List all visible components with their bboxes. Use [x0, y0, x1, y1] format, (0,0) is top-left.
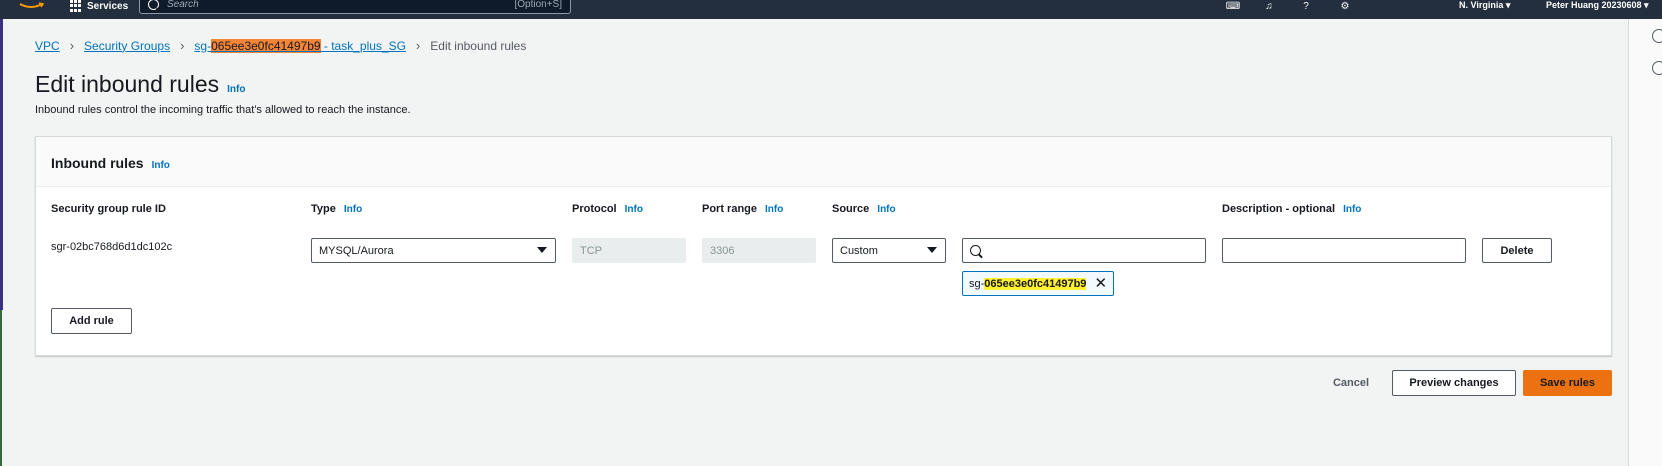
column-header-port-range: Port range Info: [702, 203, 783, 215]
column-header-description: Description - optional Info: [1222, 203, 1361, 215]
page-title: Edit inbound rules Info: [35, 71, 245, 98]
global-search-input[interactable]: Search [Option+S]: [139, 0, 571, 14]
column-header-protocol: Protocol Info: [572, 203, 643, 215]
grid-icon: [70, 0, 82, 12]
description-input[interactable]: [1222, 238, 1466, 263]
port-range-value: 3306: [710, 244, 735, 257]
column-label: Description - optional: [1222, 203, 1336, 215]
left-edge-strip: [0, 0, 3, 310]
add-rule-button[interactable]: Add rule: [51, 308, 132, 334]
breadcrumb: VPC › Security Groups › sg-065ee3e0fc414…: [35, 38, 526, 53]
help-icon[interactable]: ?: [1299, 0, 1313, 12]
left-edge-strip-lower: [0, 310, 2, 466]
column-header-source: Source Info: [832, 203, 896, 215]
breadcrumb-current: Edit inbound rules: [430, 38, 527, 53]
sg-id-highlight: 065ee3e0fc41497b9: [211, 38, 321, 53]
inbound-rules-panel: Inbound rules Info Security group rule I…: [35, 136, 1612, 356]
source-token: sg-065ee3e0fc41497b9 ✕: [962, 271, 1115, 296]
type-select[interactable]: MYSQL/Aurora: [311, 238, 556, 263]
search-shortcut: [Option+S]: [514, 0, 562, 10]
preview-changes-button[interactable]: Preview changes: [1392, 370, 1516, 396]
chevron-right-icon: ›: [69, 38, 75, 53]
source-search-input[interactable]: [962, 238, 1206, 263]
services-menu[interactable]: Services: [70, 0, 128, 12]
top-navigation-bar: Services Search [Option+S] ⌨ ♫ ? ⚙ N. Vi…: [0, 0, 1662, 19]
source-type-value: Custom: [840, 244, 878, 257]
search-icon: [148, 0, 159, 10]
column-header-rule-id: Security group rule ID: [51, 203, 166, 215]
cancel-button[interactable]: Cancel: [1322, 370, 1380, 396]
column-label: Port range: [702, 203, 758, 215]
page-info-link[interactable]: Info: [227, 84, 245, 95]
page-title-text: Edit inbound rules: [35, 71, 220, 97]
cloudshell-icon[interactable]: ⌨: [1226, 0, 1240, 12]
info-panel-icon[interactable]: [1652, 29, 1662, 43]
bell-icon[interactable]: ♫: [1262, 0, 1276, 12]
chevron-right-icon: ›: [180, 38, 185, 53]
right-utility-bar: [1628, 19, 1662, 466]
column-label: Security group rule ID: [51, 203, 166, 215]
protocol-field: TCP: [572, 238, 686, 263]
region-selector[interactable]: N. Virginia ▾: [1459, 0, 1510, 11]
gear-icon[interactable]: ⚙: [1338, 0, 1352, 12]
caret-down-icon: [537, 247, 547, 253]
settings-panel-icon[interactable]: [1652, 61, 1662, 75]
breadcrumb-security-groups[interactable]: Security Groups: [84, 39, 170, 53]
account-menu[interactable]: Peter Huang 20230608 ▾: [1546, 0, 1649, 11]
caret-down-icon: [927, 247, 937, 253]
panel-title: Inbound rules Info: [51, 155, 170, 171]
column-label: Source: [832, 203, 870, 215]
breadcrumb-security-group[interactable]: sg-065ee3e0fc41497b9 - task_plus_SG: [194, 38, 406, 53]
delete-rule-button[interactable]: Delete: [1482, 238, 1552, 263]
chevron-right-icon: ›: [415, 38, 421, 53]
protocol-value: TCP: [580, 244, 602, 257]
rule-id-value: sgr-02bc768d6d1dc102c: [51, 241, 173, 253]
sg-name: - task_plus_SG: [320, 38, 406, 53]
panel-info-link[interactable]: Info: [152, 160, 170, 171]
search-icon: [970, 245, 981, 256]
page-description: Inbound rules control the incoming traff…: [35, 104, 411, 116]
column-header-type: Type Info: [311, 203, 362, 215]
source-token-text: sg-065ee3e0fc41497b9: [969, 277, 1087, 290]
token-id-highlight: 065ee3e0fc41497b9: [984, 277, 1087, 290]
breadcrumb-vpc[interactable]: VPC: [35, 39, 60, 53]
search-placeholder: Search: [167, 0, 199, 10]
save-rules-button[interactable]: Save rules: [1523, 370, 1612, 396]
source-info-link[interactable]: Info: [877, 204, 895, 215]
panel-header: Inbound rules Info: [36, 137, 1611, 187]
token-prefix: sg-: [969, 277, 985, 290]
description-info-link[interactable]: Info: [1343, 204, 1361, 215]
close-icon[interactable]: ✕: [1094, 276, 1107, 291]
port-range-field: 3306: [702, 238, 816, 263]
column-label: Type: [311, 203, 336, 215]
type-select-value: MYSQL/Aurora: [319, 244, 394, 257]
port-range-info-link[interactable]: Info: [765, 204, 783, 215]
source-type-select[interactable]: Custom: [832, 238, 946, 263]
aws-logo-icon[interactable]: [17, 0, 45, 10]
panel-title-text: Inbound rules: [51, 155, 144, 171]
protocol-info-link[interactable]: Info: [625, 204, 643, 215]
sg-prefix: sg-: [194, 38, 212, 53]
type-info-link[interactable]: Info: [344, 204, 362, 215]
column-label: Protocol: [572, 203, 617, 215]
services-label: Services: [87, 0, 129, 12]
